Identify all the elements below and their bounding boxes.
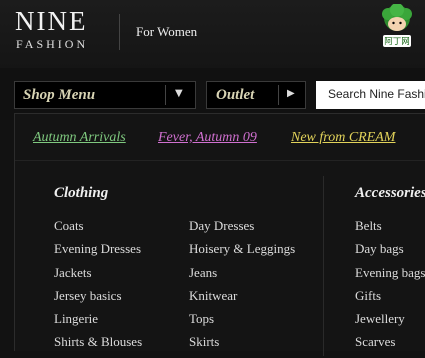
mascot-badge-icon: 阿丁网 [382, 4, 412, 47]
featured-link-fever-autumn[interactable]: Fever, Autumn 09 [158, 130, 257, 146]
site-header: NINE FASHION For Women 阿丁网 [0, 0, 425, 68]
column-divider [323, 176, 324, 356]
list-item[interactable]: Evening Dresses [54, 241, 142, 264]
list-item[interactable]: Day bags [355, 241, 425, 264]
list-item[interactable]: Skirts [189, 334, 295, 357]
list-item[interactable]: Jewellery [355, 311, 425, 334]
list-item[interactable]: Evening bags [355, 265, 425, 288]
list-item[interactable]: Jeans [189, 265, 295, 288]
list-item[interactable]: Scarves [355, 334, 425, 357]
list-item[interactable]: Hoisery & Leggings [189, 241, 295, 264]
outlet-button[interactable]: Outlet ▶ [206, 81, 306, 109]
shop-menu-separator [165, 85, 166, 105]
outlet-label: Outlet [216, 87, 255, 103]
logo-tagline: FASHION [16, 37, 89, 51]
list-item[interactable]: Belts [355, 218, 425, 241]
shop-menu-dropdown: Autumn Arrivals Fever, Autumn 09 New fro… [14, 113, 425, 356]
list-item[interactable]: Lingerie [54, 311, 142, 334]
shop-menu-button[interactable]: Shop Menu ▼ [14, 81, 196, 109]
accessories-list: Belts Day bags Evening bags Gifts Jewell… [355, 218, 425, 358]
featured-link-autumn-arrivals[interactable]: Autumn Arrivals [33, 130, 126, 146]
chevron-right-icon[interactable]: ▶ [287, 88, 295, 99]
clothing-list-1: Coats Evening Dresses Jackets Jersey bas… [54, 218, 142, 358]
list-item[interactable]: Day Dresses [189, 218, 295, 241]
badge-text: 阿丁网 [384, 37, 410, 47]
logo-wordmark[interactable]: NINE [15, 6, 87, 37]
featured-link-cream[interactable]: New from CREAM [291, 130, 395, 146]
outlet-separator [278, 85, 279, 105]
list-item[interactable]: Knitwear [189, 288, 295, 311]
dropdown-divider [15, 160, 425, 161]
list-item[interactable]: Coats [54, 218, 142, 241]
section-label[interactable]: For Women [136, 24, 197, 40]
list-item[interactable]: Tops [189, 311, 295, 334]
list-item[interactable]: Jersey basics [54, 288, 142, 311]
search-input[interactable]: Search Nine Fashion [316, 81, 425, 109]
chevron-down-icon[interactable]: ▼ [175, 88, 183, 99]
list-item[interactable]: Gifts [355, 288, 425, 311]
list-item[interactable]: Jackets [54, 265, 142, 288]
clothing-list-2: Day Dresses Hoisery & Leggings Jeans Kni… [189, 218, 295, 358]
header-divider [119, 14, 120, 50]
accessories-heading: Accessories [355, 185, 425, 201]
clothing-heading: Clothing [54, 185, 109, 201]
list-item[interactable]: Shirts & Blouses [54, 334, 142, 357]
shop-menu-label: Shop Menu [23, 87, 96, 103]
